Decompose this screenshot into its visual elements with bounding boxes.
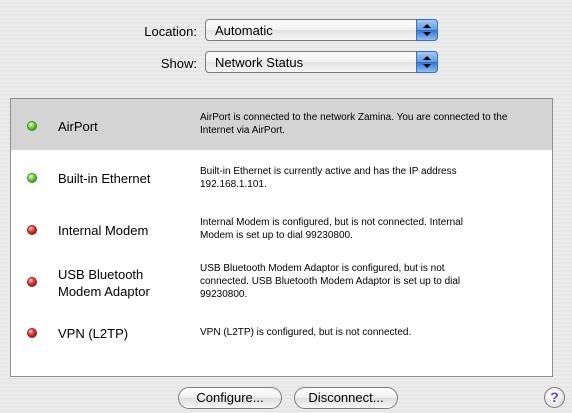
service-row-usb-bluetooth-modem-adaptor[interactable]: USB Bluetooth Modem Adaptor USB Bluetoot… xyxy=(11,254,552,310)
service-description: Built-in Ethernet is currently active an… xyxy=(200,166,457,190)
service-description: USB Bluetooth Modem Adaptor is configure… xyxy=(200,263,461,300)
status-red-icon xyxy=(27,277,37,287)
show-label: Show: xyxy=(160,56,197,71)
service-name: Built-in Ethernet xyxy=(58,171,151,186)
show-popup[interactable]: Network Status xyxy=(205,51,438,73)
up-down-arrows-icon xyxy=(423,56,431,68)
show-popup-arrows xyxy=(416,51,438,73)
disconnect-button[interactable]: Disconnect... xyxy=(294,387,398,409)
help-button[interactable]: ? xyxy=(544,387,565,408)
configure-button[interactable]: Configure... xyxy=(178,387,282,409)
location-popup-arrows xyxy=(416,19,438,41)
service-description: VPN (L2TP) is configured, but is not con… xyxy=(200,327,412,338)
location-label: Location: xyxy=(144,24,197,39)
service-description: AirPort is connected to the network Zami… xyxy=(200,112,508,136)
status-green-icon xyxy=(27,173,37,183)
service-name: AirPort xyxy=(58,119,98,134)
show-row: Show: Network Status xyxy=(0,51,572,77)
location-row: Location: Automatic xyxy=(0,19,572,45)
service-row-built-in-ethernet[interactable]: Built-in Ethernet Built-in Ethernet is c… xyxy=(11,150,552,202)
network-status-list[interactable]: AirPort AirPort is connected to the netw… xyxy=(10,98,553,377)
status-red-icon xyxy=(27,225,37,235)
service-name: VPN (L2TP) xyxy=(58,326,129,341)
service-name: Internal Modem xyxy=(58,223,149,238)
service-row-airport[interactable]: AirPort AirPort is connected to the netw… xyxy=(11,99,552,150)
service-name: USB Bluetooth Modem Adaptor xyxy=(58,267,150,299)
location-value: Automatic xyxy=(215,23,273,38)
status-red-icon xyxy=(27,328,37,338)
show-value: Network Status xyxy=(215,55,304,70)
service-description: Internal Modem is configured, but is not… xyxy=(200,217,463,241)
service-row-internal-modem[interactable]: Internal Modem Internal Modem is configu… xyxy=(11,202,552,254)
up-down-arrows-icon xyxy=(423,24,431,36)
location-popup[interactable]: Automatic xyxy=(205,19,438,41)
service-row-vpn-l2tp[interactable]: VPN (L2TP) VPN (L2TP) is configured, but… xyxy=(11,310,552,355)
status-green-icon xyxy=(27,121,37,131)
